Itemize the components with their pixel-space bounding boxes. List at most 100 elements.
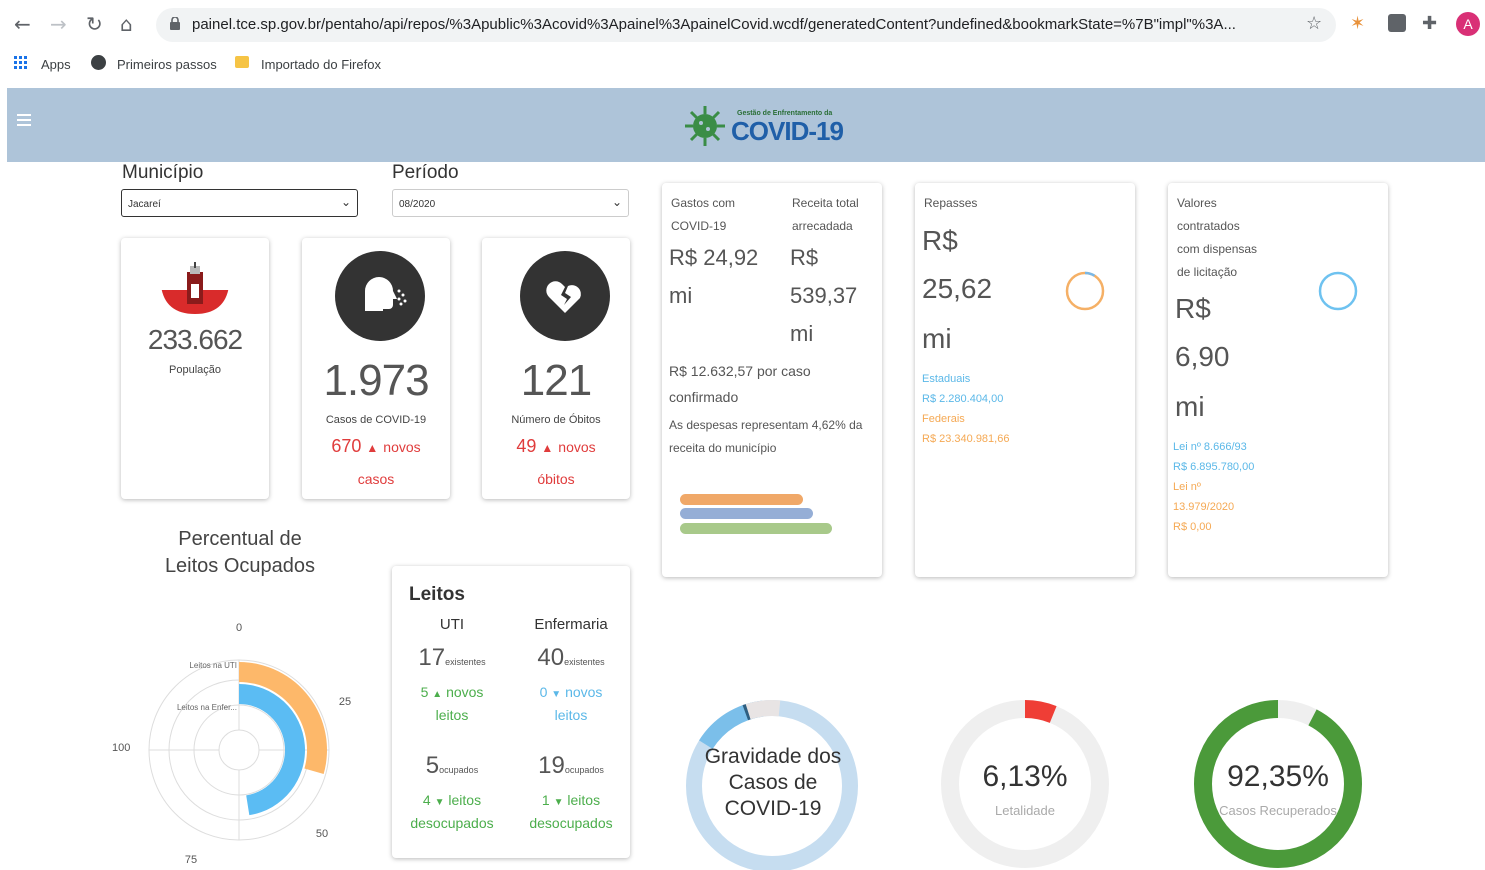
repasses-title: Repasses — [924, 196, 978, 210]
bookmark-apps[interactable]: Apps — [41, 57, 71, 72]
bookmarks-bar: Apps Primeiros passos Importado do Firef… — [0, 52, 1485, 78]
despesas-2: receita do município — [669, 441, 777, 455]
recuperados-label: Casos Recuperados — [1219, 803, 1337, 818]
enf-desocupados-label: desocupados — [529, 815, 613, 831]
label-uti: Leitos na UTI — [189, 661, 237, 670]
federais-label: Federais — [922, 413, 965, 425]
tick-100: 100 — [112, 742, 130, 754]
leitos-word: leitos — [567, 792, 601, 808]
receita-value-3: mi — [790, 321, 814, 346]
periodo-value: 08/2020 — [399, 199, 436, 210]
deaths-label: Número de Óbitos — [511, 414, 601, 426]
population-card: 233.662 População — [121, 238, 269, 499]
up-arrow-icon: ▲ — [366, 441, 379, 455]
contratados-ring-chart — [1318, 271, 1358, 311]
radial-bar-chart: 0 25 50 75 100 Leitos na UTI Leitos na E… — [112, 622, 351, 866]
tick-75: 75 — [185, 854, 197, 866]
contratados-value-3: mi — [1175, 391, 1205, 422]
forward-icon[interactable]: → — [50, 12, 67, 36]
municipio-select[interactable]: Jacareí ⌄ — [121, 189, 358, 217]
profile-avatar[interactable]: A — [1456, 12, 1480, 36]
city-flag-icon — [161, 262, 229, 314]
lei1-value: R$ 6.895.780,00 — [1173, 461, 1255, 473]
novos-label: novos — [446, 684, 484, 700]
existentes-label: existentes — [445, 657, 486, 667]
up-arrow-icon: ▲ — [432, 689, 443, 700]
app-header: Gestão de Enfrentamento da COVID-19 — [7, 88, 1485, 162]
chart-title-2: Leitos Ocupados — [164, 555, 316, 577]
extension-icon[interactable] — [1388, 14, 1406, 32]
up-arrow-icon: ▲ — [541, 441, 554, 455]
enf-existentes: 40existentes — [512, 644, 630, 672]
contratados-bar — [680, 523, 832, 534]
gravidade-line-3: COVID-19 — [724, 797, 822, 820]
leitos-card: Leitos UTI Enfermaria 17existentes 40exi… — [392, 566, 630, 858]
enf-novos-value: 0 — [539, 684, 548, 700]
gastos-title-1: Gastos com — [671, 196, 736, 210]
enf-ocupados-value: 19 — [538, 752, 565, 779]
bookmark-primeiros-passos[interactable]: Primeiros passos — [117, 57, 217, 72]
folder-icon — [235, 56, 249, 68]
novos-label: novos — [565, 684, 603, 700]
home-icon[interactable]: ⌂ — [120, 12, 133, 36]
contratados-title-4: de licitação — [1177, 265, 1238, 279]
uti-desocupados-value: 4 — [422, 792, 431, 808]
tick-0: 0 — [236, 622, 242, 634]
periodo-label: Período — [392, 162, 459, 183]
contratados-title-1: Valores — [1177, 196, 1217, 210]
down-arrow-icon: ▼ — [551, 689, 562, 700]
repasses-value-2: 25,62 — [922, 273, 993, 304]
uti-desocupados-label: desocupados — [410, 815, 494, 831]
despesas-1: As despesas representam 4,62% da — [669, 418, 863, 432]
cases-card: 1.973 Casos de COVID-19 670 ▲ novos caso… — [302, 238, 450, 499]
repasses-bar — [680, 508, 813, 519]
down-arrow-icon: ▼ — [434, 797, 445, 808]
lei2-label-2: 13.979/2020 — [1173, 501, 1235, 513]
apps-grid-icon[interactable] — [14, 56, 28, 70]
deaths-value: 121 — [520, 356, 592, 405]
bookmark-importado-firefox[interactable]: Importado do Firefox — [261, 57, 381, 72]
uti-ocupados-value: 5 — [425, 752, 440, 779]
tick-50: 50 — [316, 828, 328, 840]
repasses-value-1: R$ — [922, 225, 958, 256]
municipio-label: Município — [122, 162, 204, 183]
uti-label: UTI — [439, 616, 465, 633]
estaduais-label: Estaduais — [922, 373, 971, 385]
cases-new-label: novos — [383, 439, 421, 455]
browser-chrome: ← → ↻ ⌂ painel.tce.sp.gov.br/pentaho/api… — [0, 0, 1485, 88]
contratados-title-2: contratados — [1177, 219, 1240, 233]
contratados-title-3: com dispensas — [1177, 242, 1258, 256]
uti-novos-value: 5 — [420, 684, 429, 700]
leitos-word: leitos — [448, 792, 482, 808]
back-icon[interactable]: ← — [14, 12, 31, 36]
lock-icon — [170, 16, 180, 30]
grid-circle — [218, 729, 260, 771]
chevron-down-icon: ⌄ — [611, 195, 622, 209]
deaths-card: 121 Número de Óbitos 49 ▲ novos óbitos — [482, 238, 630, 499]
menu-hamburger-icon[interactable] — [17, 114, 31, 126]
puzzle-extensions-icon[interactable]: ✚ — [1422, 12, 1437, 36]
ocupados-label: ocupados — [564, 765, 604, 775]
globe-icon — [91, 55, 106, 70]
periodo-select[interactable]: 08/2020 ⌄ — [392, 189, 629, 217]
virus-logo-icon — [681, 104, 729, 148]
url-text: painel.tce.sp.gov.br/pentaho/api/repos/%… — [192, 16, 1236, 33]
enf-desocupados: 1 ▼ leitos — [512, 792, 630, 808]
uti-desocupados: 4 ▼ leitos — [392, 792, 512, 808]
star-bookmark-icon[interactable]: ☆ — [1306, 12, 1322, 36]
deaths-new-value: 49 — [516, 436, 537, 456]
deaths-new-label-2: óbitos — [537, 471, 575, 487]
municipio-value: Jacareí — [128, 199, 161, 210]
enf-ocupados: 19ocupados — [512, 752, 630, 780]
cases-new-label-2: casos — [357, 471, 395, 487]
reload-icon[interactable]: ↻ — [86, 12, 103, 36]
lei2-label-1: Lei nº — [1173, 481, 1201, 493]
gastos-bar — [680, 494, 803, 505]
per-case-1: R$ 12.632,57 por caso — [669, 363, 811, 379]
gastos-card: Gastos com COVID-19 R$ 24,92 mi Receita … — [662, 183, 882, 577]
letalidade-label: Letalidade — [995, 803, 1055, 818]
existentes-label: existentes — [564, 657, 605, 667]
extension-star-icon[interactable]: ✶ — [1350, 12, 1365, 36]
address-bar[interactable]: painel.tce.sp.gov.br/pentaho/api/repos/%… — [156, 8, 1336, 42]
leitos-title: Leitos — [409, 584, 465, 605]
